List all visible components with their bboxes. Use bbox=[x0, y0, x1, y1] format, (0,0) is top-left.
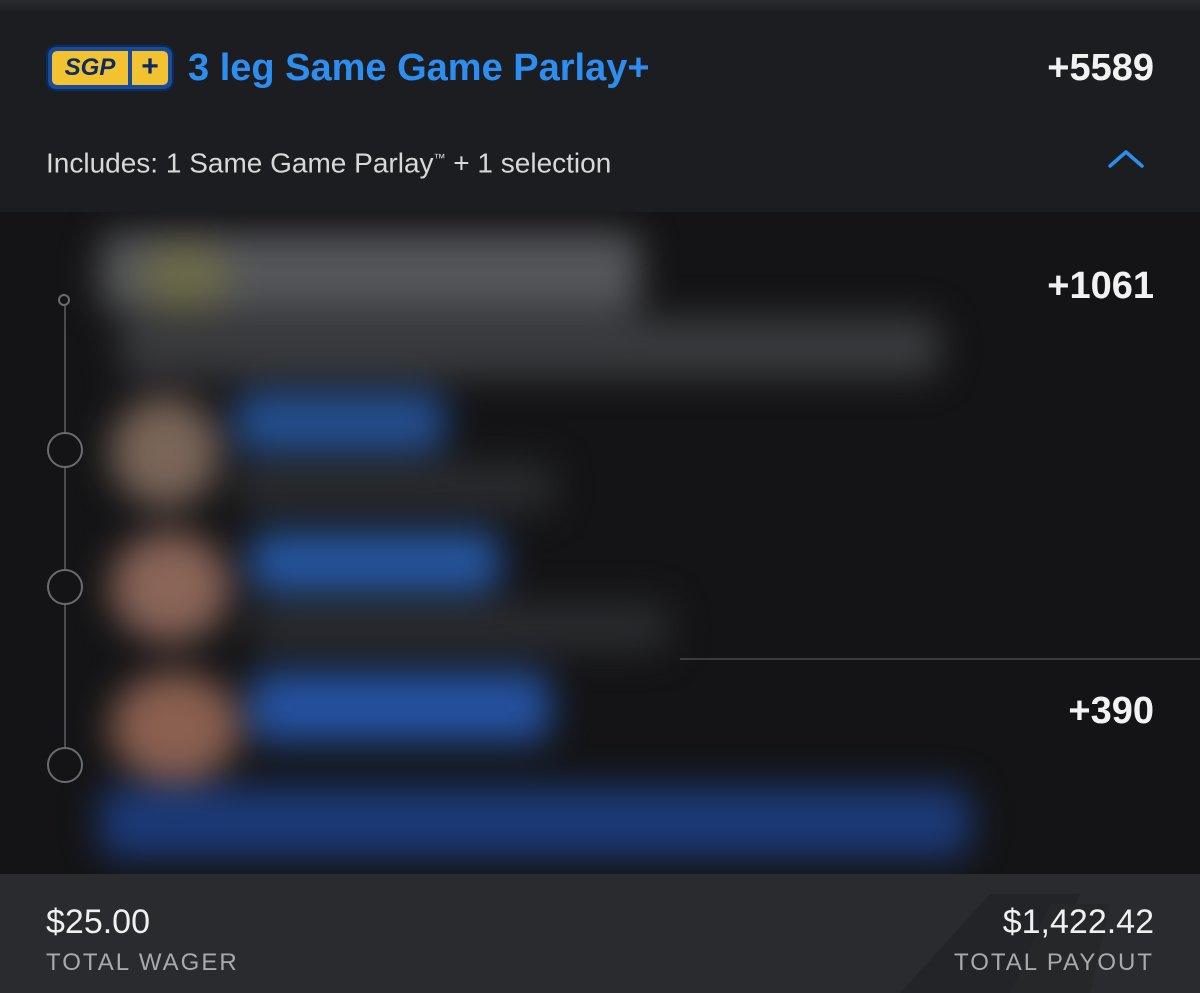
leg-divider bbox=[680, 658, 1200, 660]
leg-status-circle-3 bbox=[47, 747, 83, 783]
top-sheen bbox=[0, 0, 1200, 14]
leg-timeline bbox=[64, 298, 66, 778]
selection-leg-odds: +390 bbox=[1068, 690, 1154, 732]
blurred-leg-content bbox=[0, 212, 1200, 874]
badge-plus-label: + bbox=[132, 51, 168, 85]
total-wager-amount: $25.00 bbox=[46, 903, 150, 941]
parlay-title: 3 leg Same Game Parlay+ bbox=[188, 47, 650, 89]
badge-sgp-label: SGP bbox=[52, 51, 128, 85]
chevron-up-icon[interactable] bbox=[1106, 144, 1146, 172]
parlay-header: SGP + 3 leg Same Game Parlay+ +5589 Incl… bbox=[0, 0, 1200, 212]
timeline-start-dot bbox=[58, 294, 70, 306]
trademark-symbol: ™ bbox=[433, 151, 446, 165]
total-payout-label: TOTAL PAYOUT bbox=[953, 949, 1154, 976]
total-payout-amount: $1,422.42 bbox=[1002, 903, 1154, 941]
includes-suffix: + 1 selection bbox=[445, 147, 612, 179]
total-wager-label: TOTAL WAGER bbox=[46, 949, 239, 976]
bet-footer: $25.00 TOTAL WAGER $1,422.42 TOTAL PAYOU… bbox=[0, 874, 1200, 993]
sgp-leg-odds: +1061 bbox=[1047, 265, 1154, 307]
includes-summary: Includes: 1 Same Game Parlay™ + 1 select… bbox=[46, 140, 611, 181]
leg-status-circle-2 bbox=[47, 569, 83, 605]
parlay-legs-section: +1061 +390 bbox=[0, 212, 1200, 874]
parlay-odds: +5589 bbox=[1047, 47, 1154, 89]
sgp-plus-badge: SGP + bbox=[48, 47, 172, 89]
includes-text: Includes: 1 Same Game Parlay bbox=[46, 147, 434, 179]
leg-status-circle-1 bbox=[47, 432, 83, 468]
